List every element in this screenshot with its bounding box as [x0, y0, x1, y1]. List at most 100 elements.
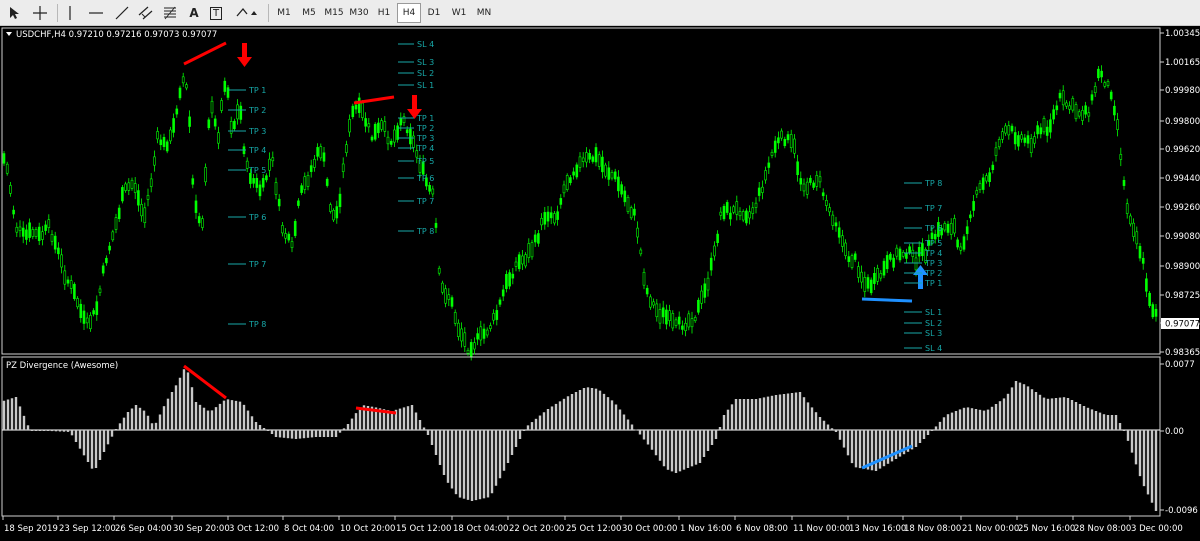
candle-body: [482, 328, 486, 339]
histogram-bar: [862, 430, 866, 469]
timeframe-button-d1[interactable]: D1: [422, 3, 446, 23]
candle-body: [57, 247, 60, 255]
candle-body: [876, 268, 879, 282]
timeframe-button-m5[interactable]: M5: [297, 3, 321, 23]
candle: [524, 252, 527, 269]
candle: [482, 323, 486, 344]
histogram-bar: [738, 399, 742, 430]
timeframe-button-mn[interactable]: MN: [472, 3, 496, 23]
histogram-bar: [282, 430, 286, 438]
text-tool[interactable]: A: [184, 3, 204, 23]
candle: [373, 122, 377, 142]
candle: [716, 230, 719, 247]
candle-body: [1122, 180, 1126, 186]
histogram-bar: [142, 410, 146, 430]
histogram-bar: [774, 395, 778, 430]
candle: [50, 230, 54, 246]
candle: [713, 241, 716, 261]
histogram-bar: [106, 430, 110, 445]
histogram-bar: [670, 430, 674, 472]
candle-body: [313, 158, 316, 168]
candle-body: [591, 156, 595, 162]
candle-body: [828, 207, 831, 213]
candle: [857, 261, 860, 283]
candle: [210, 96, 214, 118]
timeframe-button-m15[interactable]: M15: [322, 3, 346, 23]
candle: [1132, 218, 1135, 242]
text-label-tool[interactable]: T: [206, 3, 226, 23]
candle: [1058, 89, 1062, 102]
histogram-bar: [82, 430, 86, 456]
equidistant-channel-icon[interactable]: [136, 3, 156, 23]
candle: [1090, 90, 1094, 105]
histogram-bar: [70, 430, 74, 436]
candle-body: [178, 87, 182, 99]
price-tick-label: 0.99080: [1165, 232, 1200, 242]
candle-body: [693, 317, 697, 322]
histogram-bar: [402, 407, 406, 430]
candle-body: [1116, 119, 1119, 130]
toolbar-separator: [57, 4, 58, 22]
trendline-icon[interactable]: [112, 3, 132, 23]
candle: [626, 194, 630, 215]
candle-body: [15, 226, 19, 233]
time-tick-label: 13 Nov 16:00: [849, 524, 906, 534]
histogram-bar: [310, 430, 314, 438]
candle: [1007, 120, 1011, 140]
histogram-bar: [934, 426, 938, 430]
crosshair-icon[interactable]: [30, 3, 50, 23]
candle-body: [633, 208, 636, 216]
candle: [226, 85, 230, 101]
timeframe-button-h4[interactable]: H4: [397, 3, 421, 23]
histogram-bar: [642, 430, 646, 440]
timeframe-button-h1[interactable]: H1: [372, 3, 396, 23]
candle: [1141, 251, 1145, 270]
candle-body: [674, 319, 678, 326]
horizontal-line-icon[interactable]: [86, 3, 106, 23]
timeframe-button-m30[interactable]: M30: [347, 3, 371, 23]
candle: [540, 213, 543, 231]
price-tick-label: 1.00165: [1165, 58, 1200, 68]
candle: [357, 92, 361, 118]
histogram-bar: [654, 430, 658, 456]
candle-body: [1013, 132, 1017, 145]
arrows-icon[interactable]: [232, 3, 262, 23]
candle-body: [181, 76, 185, 84]
histogram-bar: [1034, 392, 1038, 430]
candle-body: [111, 231, 115, 241]
cursor-icon[interactable]: [6, 3, 22, 23]
candle-body: [898, 248, 902, 261]
timeframe-button-w1[interactable]: W1: [447, 3, 471, 23]
vertical-line-icon[interactable]: [63, 3, 77, 23]
candle: [364, 112, 367, 133]
candle: [831, 210, 835, 230]
candle-body: [869, 279, 873, 294]
chart-area[interactable]: USDCHF,H4 0.97210 0.97216 0.97073 0.9707…: [0, 27, 1200, 541]
histogram-bar: [982, 410, 986, 430]
histogram-bar: [170, 392, 174, 430]
candle-body: [1138, 246, 1142, 259]
time-tick-label: 15 Oct 12:00: [396, 524, 451, 534]
histogram-bar: [1066, 398, 1070, 430]
candle: [255, 173, 259, 193]
tp-level-label: TP 4: [416, 144, 434, 153]
histogram-bar: [702, 430, 706, 457]
candle: [329, 202, 332, 214]
histogram-bar: [850, 430, 854, 464]
candle: [847, 251, 851, 268]
candle-body: [405, 129, 409, 134]
candle-body: [1020, 134, 1023, 140]
candle-body: [585, 152, 588, 163]
candle: [604, 162, 607, 179]
candle-body: [12, 209, 15, 215]
candle: [239, 101, 243, 124]
timeframe-button-m1[interactable]: M1: [272, 3, 296, 23]
candle: [1004, 123, 1007, 136]
candle: [332, 208, 335, 222]
histogram-bar: [546, 409, 550, 430]
candle: [543, 206, 547, 230]
candle-body: [1141, 257, 1145, 264]
fibonacci-icon[interactable]: [160, 3, 180, 23]
histogram-bar: [198, 404, 202, 430]
candle: [709, 252, 713, 276]
